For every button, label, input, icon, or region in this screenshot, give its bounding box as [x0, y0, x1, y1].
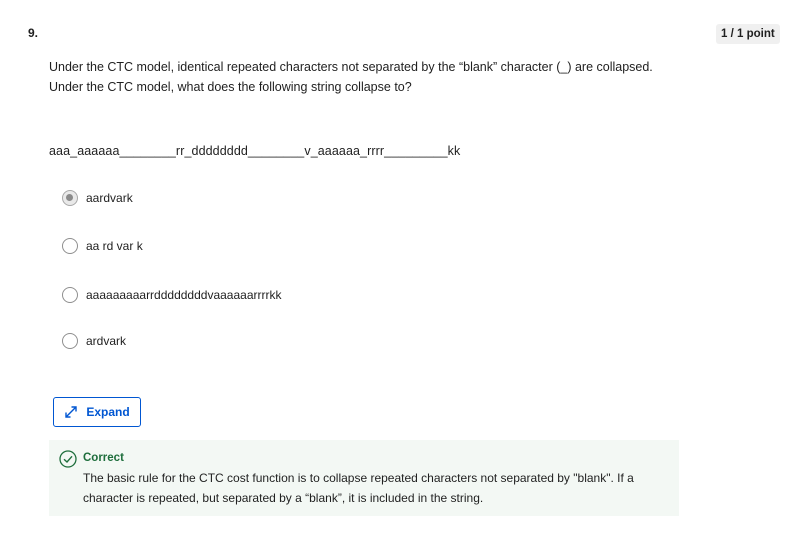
- prompt-line-2: Under the CTC model, what does the follo…: [49, 80, 412, 94]
- expand-button-label: Expand: [86, 405, 130, 419]
- question-number: 9.: [28, 26, 39, 40]
- prompt-line-1: Under the CTC model, identical repeated …: [49, 60, 653, 74]
- question-prompt: Under the CTC model, identical repeated …: [49, 57, 689, 97]
- check-circle-icon: [59, 450, 77, 468]
- radio-icon[interactable]: [62, 333, 78, 349]
- expand-button[interactable]: Expand: [53, 397, 141, 427]
- points-badge: 1 / 1 point: [716, 24, 780, 44]
- ctc-sequence: aaa_aaaaaa________rr_dddddddd________v_a…: [49, 144, 461, 158]
- option-label: aardvark: [86, 191, 133, 205]
- option-ardvark[interactable]: ardvark: [62, 332, 126, 350]
- radio-icon[interactable]: [62, 238, 78, 254]
- radio-selected-icon[interactable]: [62, 190, 78, 206]
- feedback-panel: Correct The basic rule for the CTC cost …: [49, 440, 679, 516]
- option-label: ardvark: [86, 334, 127, 348]
- expand-arrows-icon: [65, 406, 78, 418]
- feedback-status: Correct: [83, 452, 124, 464]
- radio-icon[interactable]: [62, 287, 78, 303]
- option-label: aaaaaaaaarrddddddddvaaaaaarrrrkk: [86, 288, 282, 302]
- option-aardvark[interactable]: aardvark: [62, 189, 133, 207]
- option-label: aa rd var k: [86, 239, 143, 253]
- option-aa-rd-var-k[interactable]: aa rd var k: [62, 237, 143, 255]
- feedback-explanation: The basic rule for the CTC cost function…: [83, 471, 634, 505]
- option-uncollapsed[interactable]: aaaaaaaaarrddddddddvaaaaaarrrrkk: [62, 286, 281, 304]
